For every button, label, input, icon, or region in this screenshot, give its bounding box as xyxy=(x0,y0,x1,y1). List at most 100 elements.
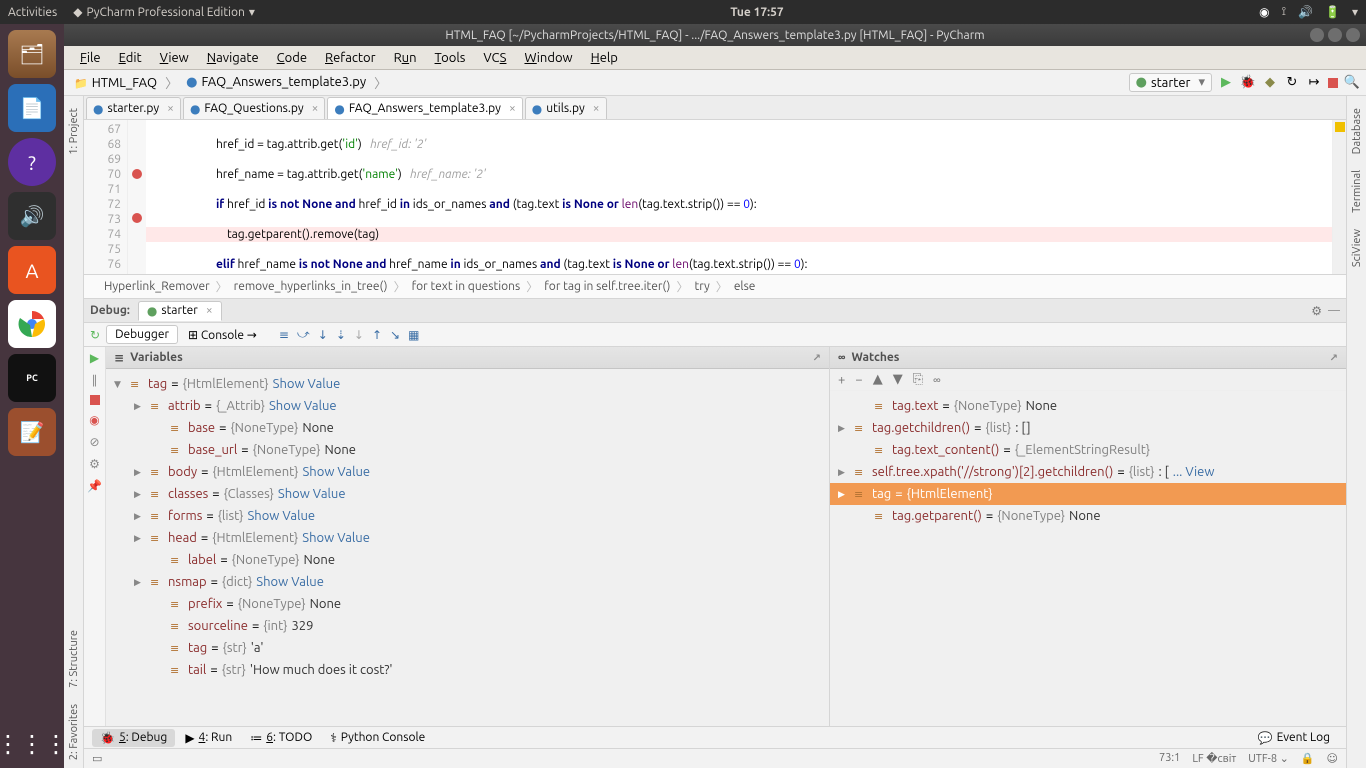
status-icon[interactable]: ▭ xyxy=(92,752,102,765)
stop-button[interactable] xyxy=(1328,78,1338,88)
tool-structure[interactable]: 7: Structure xyxy=(68,622,80,696)
menu-refactor[interactable]: Refactor xyxy=(317,49,384,67)
launcher-files-icon[interactable]: 🗂 xyxy=(8,30,56,78)
chrome-tray-icon[interactable]: ◉ xyxy=(1259,5,1269,19)
debug-button[interactable]: 🐞 xyxy=(1240,75,1256,91)
step-into-icon[interactable]: ↓ xyxy=(318,328,328,342)
app-menu[interactable]: ◆PyCharm Professional Edition▾ xyxy=(73,5,255,19)
cursor-position[interactable]: 73:1 xyxy=(1159,752,1180,765)
debug-session-tab[interactable]: ●starter× xyxy=(138,301,222,321)
view-breakpoints-icon[interactable]: ◉ xyxy=(89,413,99,427)
copy-icon[interactable]: ⎘ xyxy=(913,372,923,387)
settings-icon[interactable]: ⚙ xyxy=(89,457,100,471)
rerun-icon[interactable]: ↻ xyxy=(90,328,100,342)
show-watches-icon[interactable]: ∞ xyxy=(933,373,941,387)
move-up-icon[interactable]: ▲ xyxy=(873,372,883,387)
tree-row[interactable]: ▶≡ forms = {list} Show Value xyxy=(106,505,829,527)
tree-row[interactable]: ▶≡ head = {HtmlElement} Show Value xyxy=(106,527,829,549)
menu-code[interactable]: Code xyxy=(269,49,315,67)
watches-tree[interactable]: ≡ tag.text = {NoneType} None▶≡ tag.getch… xyxy=(830,391,1346,726)
menu-view[interactable]: View xyxy=(152,49,197,67)
breakpoint-gutter[interactable] xyxy=(128,120,146,274)
step-into-my-icon[interactable]: ⇣ xyxy=(336,328,346,342)
launcher-store-icon[interactable]: A xyxy=(8,246,56,294)
crumb[interactable]: else xyxy=(734,280,756,293)
breadcrumb-file[interactable]: FAQ_Answers_template3.py xyxy=(182,74,370,91)
add-watch-icon[interactable]: + xyxy=(838,373,845,387)
crumb[interactable]: for tag in self.tree.iter() xyxy=(544,280,670,293)
battery-icon[interactable]: 🔋 xyxy=(1325,5,1340,19)
window-maximize-button[interactable] xyxy=(1328,28,1342,42)
launcher-writer-icon[interactable]: 📄 xyxy=(8,84,56,132)
crumb[interactable]: for text in questions xyxy=(412,280,521,293)
force-step-icon[interactable]: ↓ xyxy=(354,328,364,342)
tool-database[interactable]: Database xyxy=(1351,100,1363,162)
line-separator[interactable]: LF �світ xyxy=(1192,752,1236,765)
tree-row[interactable]: ▶≡ nsmap = {dict} Show Value xyxy=(106,571,829,593)
move-down-icon[interactable]: ▼ xyxy=(893,372,903,387)
show-execution-icon[interactable]: ≡ xyxy=(279,328,289,342)
code-content[interactable]: href_id = tag.attrib.get('id') href_id: … xyxy=(146,120,1332,274)
pin-icon[interactable]: 📌 xyxy=(87,479,102,493)
remove-watch-icon[interactable]: − xyxy=(855,373,862,387)
tree-row[interactable]: ≡ tag.text = {NoneType} None xyxy=(830,395,1346,417)
resume-icon[interactable]: ▶ xyxy=(90,351,99,365)
tool-favorites[interactable]: 2: Favorites xyxy=(68,696,80,768)
menu-tools[interactable]: Tools xyxy=(427,49,474,67)
crumb[interactable]: try xyxy=(694,280,709,293)
menu-window[interactable]: Window xyxy=(516,49,580,67)
tree-row[interactable]: ▶≡ body = {HtmlElement} Show Value xyxy=(106,461,829,483)
tree-row[interactable]: ▶≡ classes = {Classes} Show Value xyxy=(106,483,829,505)
menu-navigate[interactable]: Navigate xyxy=(199,49,267,67)
run-configuration-selector[interactable]: starter xyxy=(1129,73,1212,92)
tab-event-log[interactable]: 💬 Event Log xyxy=(1250,729,1338,747)
search-everywhere-button[interactable]: 🔍 xyxy=(1344,75,1360,91)
tree-row[interactable]: ▼≡ tag = {HtmlElement} Show Value xyxy=(106,373,829,395)
system-menu-icon[interactable]: ▾ xyxy=(1352,5,1358,19)
close-icon[interactable]: × xyxy=(167,102,174,115)
menu-run[interactable]: Run xyxy=(386,49,425,67)
stop-icon[interactable] xyxy=(90,395,100,405)
hector-icon[interactable]: ☺ xyxy=(1327,752,1338,765)
breadcrumb-project[interactable]: HTML_FAQ xyxy=(70,75,161,91)
expand-icon[interactable]: ↗ xyxy=(813,352,821,364)
window-close-button[interactable] xyxy=(1346,28,1360,42)
tab-faq-questions[interactable]: ●FAQ_Questions.py× xyxy=(183,97,325,119)
mute-breakpoints-icon[interactable]: ⊘ xyxy=(89,435,99,449)
run-button[interactable]: ▶ xyxy=(1218,75,1234,91)
run-to-cursor-icon[interactable]: ↘ xyxy=(390,328,400,342)
tree-row[interactable]: ≡ tag = {str} 'a' xyxy=(106,637,829,659)
tree-row[interactable]: ≡ sourceline = {int} 329 xyxy=(106,615,829,637)
tool-project[interactable]: 1: Project xyxy=(68,100,80,163)
launcher-chrome-icon[interactable] xyxy=(8,300,56,348)
tree-row[interactable]: ▶≡ tag = {HtmlElement} xyxy=(830,483,1346,505)
activities-button[interactable]: Activities xyxy=(8,6,57,19)
warning-marker-icon[interactable] xyxy=(1335,122,1345,132)
menu-file[interactable]: File xyxy=(72,49,109,67)
marker-stripe[interactable] xyxy=(1332,120,1346,274)
tab-debug[interactable]: 🐞 5: Debug xyxy=(92,729,175,747)
gear-icon[interactable]: ⚙ xyxy=(1311,304,1322,318)
launcher-sound-icon[interactable]: 🔊 xyxy=(8,192,56,240)
readonly-icon[interactable]: 🔒 xyxy=(1301,752,1315,765)
tree-row[interactable]: ▶≡ tag.getchildren() = {list} : [] xyxy=(830,417,1346,439)
tree-row[interactable]: ≡ tag.text_content() = {_ElementStringRe… xyxy=(830,439,1346,461)
expand-icon[interactable]: ↗ xyxy=(1330,352,1338,364)
profile-button[interactable]: ↻ xyxy=(1284,75,1300,91)
tree-row[interactable]: ≡ base = {NoneType} None xyxy=(106,417,829,439)
volume-icon[interactable]: 🔊 xyxy=(1298,5,1313,19)
coverage-button[interactable]: ◆ xyxy=(1262,75,1278,91)
menu-vcs[interactable]: VCS xyxy=(475,49,514,67)
wifi-icon[interactable]: ⟟ xyxy=(1282,5,1286,19)
variables-tree[interactable]: ▼≡ tag = {HtmlElement} Show Value▶≡ attr… xyxy=(106,369,829,726)
evaluate-icon[interactable]: ▦ xyxy=(408,328,419,342)
tree-row[interactable]: ≡ base_url = {NoneType} None xyxy=(106,439,829,461)
pause-icon[interactable]: ∥ xyxy=(92,373,98,387)
tab-utils[interactable]: ●utils.py× xyxy=(525,97,607,119)
launcher-pycharm-icon[interactable]: PC xyxy=(8,354,56,402)
close-icon[interactable]: × xyxy=(312,102,319,115)
tree-row[interactable]: ≡ label = {NoneType} None xyxy=(106,549,829,571)
console-tab[interactable]: ⊞ Console → xyxy=(180,326,265,344)
tab-starter[interactable]: ●starter.py× xyxy=(86,97,181,119)
tab-faq-answers-template3[interactable]: ●FAQ_Answers_template3.py× xyxy=(327,97,522,119)
